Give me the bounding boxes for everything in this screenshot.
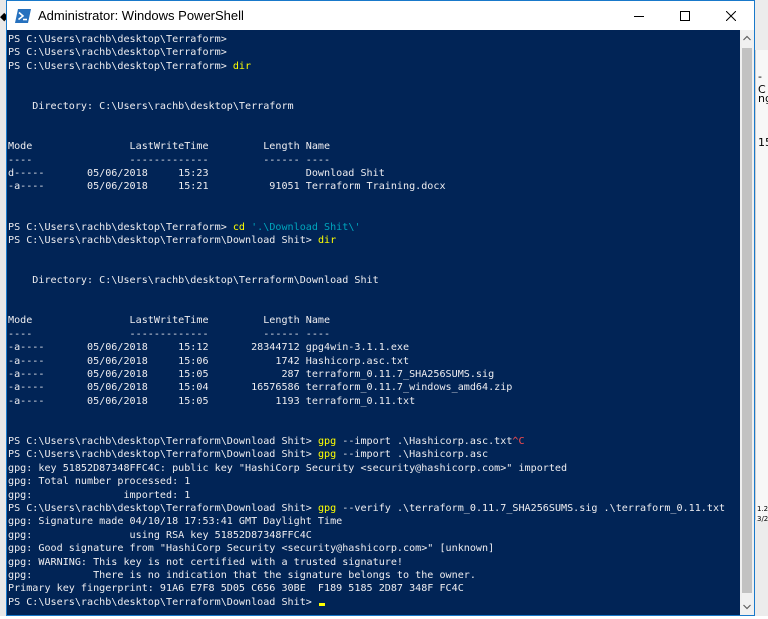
scroll-thumb[interactable] — [742, 48, 752, 593]
console-token: gpg — [317, 449, 337, 461]
console-text: -a---- 05/06/2018 15:12 28344712 gpg4win… — [8, 342, 410, 354]
background-window-right-edge: -C ng 15 1.25 3/20 — [755, 0, 768, 616]
console-line: PS C:\Users\rachb\desktop\Terraform> — [8, 33, 227, 46]
console-line: ---- ------------- ------ ---- — [8, 154, 330, 167]
console-output[interactable]: PS C:\Users\rachb\desktop\Terraform> PS C… — [7, 30, 740, 615]
console-line: Mode LastWriteTime Length Name — [8, 140, 330, 153]
powershell-window[interactable]: Administrator: Windows PowerShell PS C:\… — [6, 0, 755, 616]
console-line: gpg: Signature made 04/10/18 17:53:41 GM… — [8, 515, 342, 528]
console-text: Directory: C:\Users\rachb\desktop\Terraf… — [8, 101, 294, 112]
console-text: gpg: using RSA key 51852D87348FFC4C — [8, 529, 312, 541]
console-line: ---- ------------- ------ ---- — [8, 328, 330, 341]
console-line: gpg: imported: 1 — [8, 489, 190, 502]
console-token: --import .\Hashicorp.asc — [336, 449, 489, 461]
console-line: gpg: Total number processed: 1 — [8, 475, 190, 488]
console-text: Primary key fingerprint: 91A6 E7F8 5D05 … — [8, 583, 464, 595]
console-text: PS C:\Users\rachb\desktop\Terraform> — [8, 60, 233, 72]
console-line: -a---- 05/06/2018 15:05 1193 terraform_0… — [8, 395, 415, 408]
console-line: PS C:\Users\rachb\desktop\Terraform\Down… — [8, 448, 488, 461]
console-token: ^C — [512, 436, 525, 447]
console-line: gpg: using RSA key 51852D87348FFC4C — [8, 529, 312, 542]
maximize-button[interactable] — [662, 1, 708, 30]
console-line: -a---- 05/06/2018 15:05 287 terraform_0.… — [8, 368, 494, 381]
console-line: Primary key fingerprint: 91A6 E7F8 5D05 … — [8, 582, 464, 595]
console-line: -a---- 05/06/2018 15:12 28344712 gpg4win… — [8, 341, 409, 354]
console-text: PS C:\Users\rachb\desktop\Terraform\Down… — [8, 503, 318, 514]
background-panel: -C ng 15 — [755, 50, 768, 520]
console-text: PS C:\Users\rachb\desktop\Terraform\Down… — [8, 596, 318, 608]
console-line: PS C:\Users\rachb\desktop\Terraform\Down… — [8, 502, 725, 515]
console-token: --import .\Hashicorp.asc.txt — [336, 436, 513, 447]
console-line: d----- 05/06/2018 15:23 Download Shit — [8, 167, 385, 180]
console-text: gpg: imported: 1 — [8, 489, 191, 501]
console-text: -a---- 05/06/2018 15:05 287 terraform_0.… — [8, 369, 495, 380]
console-text: ---- ------------- ------ ---- — [8, 154, 331, 166]
scroll-up-button[interactable] — [740, 30, 754, 47]
console-text: gpg: There is no indication that the sig… — [8, 570, 476, 581]
bg-fragment: 15 — [758, 136, 768, 149]
console-text: gpg: key 51852D87348FFC4C: public key "H… — [8, 462, 568, 474]
console-line: PS C:\Users\rachb\desktop\Terraform> — [8, 46, 227, 59]
console-token: gpg — [317, 436, 337, 447]
console-text: PS C:\Users\rachb\desktop\Terraform\Down… — [8, 235, 318, 246]
console-text: PS C:\Users\rachb\desktop\Terraform\Down… — [8, 449, 318, 461]
console-line: PS C:\Users\rachb\desktop\Terraform\Down… — [8, 596, 325, 609]
bg-fragment: 3/20 — [757, 515, 768, 523]
console-line: -a---- 05/06/2018 15:04 16576586 terrafo… — [8, 381, 512, 394]
console-text: -a---- 05/06/2018 15:06 1742 Hashicorp.a… — [8, 355, 410, 367]
title-bar[interactable]: Administrator: Windows PowerShell — [7, 1, 754, 30]
console-text: gpg: Total number processed: 1 — [8, 476, 191, 488]
console-token: cd — [232, 221, 246, 233]
console-text: -a---- 05/06/2018 15:04 16576586 terrafo… — [8, 382, 513, 394]
text-cursor — [318, 602, 325, 606]
console-text: gpg: WARNING: This key is not certified … — [8, 556, 404, 568]
vertical-scrollbar[interactable] — [740, 30, 754, 615]
console-line: gpg: WARNING: This key is not certified … — [8, 556, 403, 569]
bg-fragment: 1.25 — [757, 505, 768, 513]
console-line: gpg: Good signature from "HashiCorp Secu… — [8, 542, 494, 555]
console-text: -a---- 05/06/2018 15:05 1193 terraform_0… — [8, 395, 416, 407]
console-token: --verify .\terraform_0.11.7_SHA256SUMS.s… — [336, 503, 726, 514]
console-text: Mode LastWriteTime Length Name — [8, 141, 331, 153]
console-token: dir — [232, 60, 252, 72]
console-line: PS C:\Users\rachb\desktop\Terraform> cd … — [8, 221, 360, 234]
console-text: -a---- 05/06/2018 15:21 91051 Terraform … — [8, 181, 446, 193]
chevron-up-icon — [743, 35, 751, 41]
scroll-down-button[interactable] — [740, 598, 754, 615]
bg-fragment: ng — [758, 92, 768, 105]
close-icon — [726, 10, 736, 21]
console-line: -a---- 05/06/2018 15:21 91051 Terraform … — [8, 180, 446, 193]
console-line: PS C:\Users\rachb\desktop\Terraform\Down… — [8, 234, 336, 247]
console-line: gpg: There is no indication that the sig… — [8, 569, 476, 582]
console-line: PS C:\Users\rachb\desktop\Terraform> dir — [8, 60, 251, 73]
console-line: -a---- 05/06/2018 15:06 1742 Hashicorp.a… — [8, 355, 409, 368]
console-text: PS C:\Users\rachb\desktop\Terraform\Down… — [8, 436, 318, 447]
console-text: gpg: Good signature from "HashiCorp Secu… — [8, 543, 495, 555]
maximize-icon — [680, 10, 690, 21]
minimize-button[interactable] — [616, 1, 662, 30]
console-line: PS C:\Users\rachb\desktop\Terraform\Down… — [8, 435, 525, 448]
console-line: gpg: key 51852D87348FFC4C: public key "H… — [8, 462, 567, 475]
console-token: '.\Download Shit\' — [251, 221, 361, 233]
console-line: Mode LastWriteTime Length Name — [8, 314, 330, 327]
close-button[interactable] — [708, 1, 754, 30]
window-title: Administrator: Windows PowerShell — [38, 8, 244, 23]
powershell-icon[interactable] — [15, 8, 31, 23]
console-text: ---- ------------- ------ ---- — [8, 328, 331, 340]
console-text: Mode LastWriteTime Length Name — [8, 315, 331, 327]
console-line: Directory: C:\Users\rachb\desktop\Terraf… — [8, 274, 379, 287]
console-token: dir — [317, 235, 337, 246]
console-token: gpg — [317, 503, 337, 514]
console-text: gpg: Signature made 04/10/18 17:53:41 GM… — [8, 516, 343, 528]
minimize-icon — [634, 15, 644, 17]
console-text: PS C:\Users\rachb\desktop\Terraform> — [8, 47, 227, 59]
chevron-down-icon — [743, 604, 751, 610]
console-text: PS C:\Users\rachb\desktop\Terraform> — [8, 221, 233, 233]
console-text: Directory: C:\Users\rachb\desktop\Terraf… — [8, 275, 379, 287]
console-line: Directory: C:\Users\rachb\desktop\Terraf… — [8, 100, 294, 113]
console-text: d----- 05/06/2018 15:23 Download Shit — [8, 168, 385, 179]
console-text: PS C:\Users\rachb\desktop\Terraform> — [8, 34, 227, 45]
